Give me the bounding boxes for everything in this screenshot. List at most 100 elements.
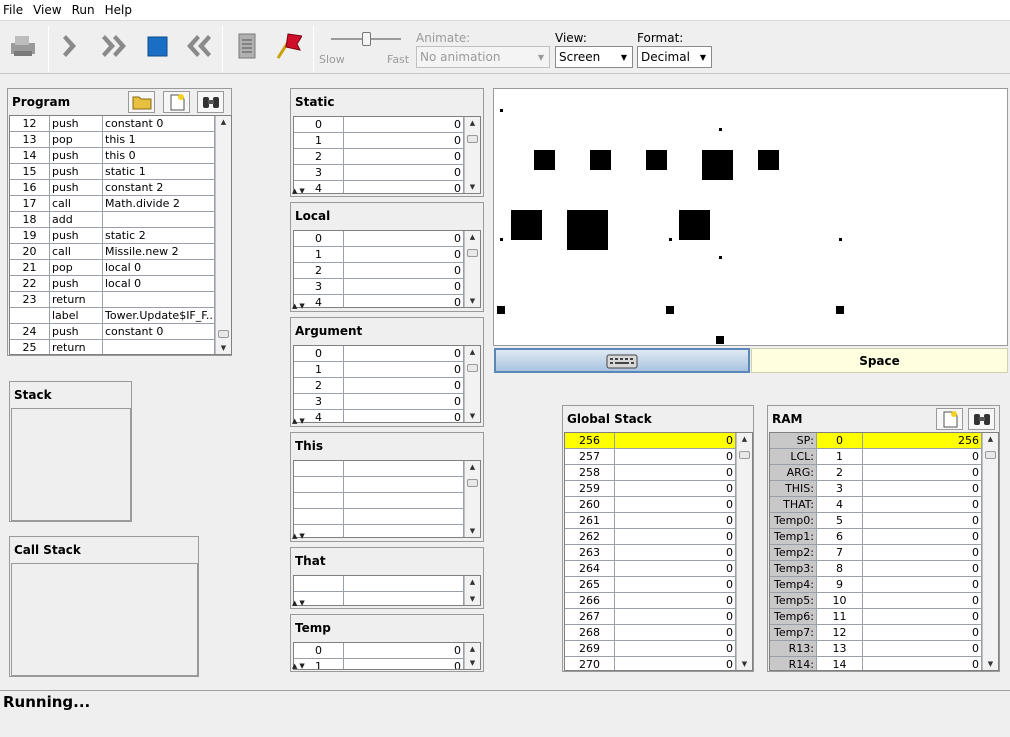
table-row[interactable]: THIS: 3 0 (770, 481, 998, 497)
table-row[interactable]: 15 push static 1 (10, 164, 231, 180)
table-row[interactable]: 40 (294, 410, 480, 422)
table-row[interactable]: 00 (294, 231, 480, 247)
table-row[interactable]: ARG: 2 0 (770, 465, 998, 481)
menu-help[interactable]: Help (104, 3, 133, 17)
single-step-button[interactable] (58, 30, 88, 62)
rewind-button[interactable] (182, 30, 212, 62)
table-row[interactable]: Temp4: 9 0 (770, 577, 998, 593)
table-row[interactable]: SP: 0 256 (770, 433, 998, 449)
table-row[interactable]: 40 (294, 295, 480, 307)
table-row[interactable]: 00 (294, 346, 480, 362)
static-segment-table[interactable]: 0 0 1 0 2 0 3 0 4 0 ▲ ▼ (293, 116, 481, 194)
scroll-up-icon[interactable]: ▲ (465, 231, 480, 243)
breakpoints-button[interactable] (272, 30, 302, 62)
table-row[interactable] (294, 576, 480, 592)
segment-value-cell[interactable] (344, 493, 464, 508)
fast-forward-button[interactable] (98, 30, 128, 62)
table-row[interactable]: 258 0 (565, 465, 752, 481)
scroll-down-icon[interactable]: ▼ (465, 525, 480, 537)
table-row[interactable]: 23 return (10, 292, 231, 308)
program-table[interactable]: 12 push constant 0 13 pop this 1 14 push this 01… (9, 115, 232, 355)
table-row[interactable]: 260 0 (565, 497, 752, 513)
table-row[interactable]: Temp0: 5 0 (770, 513, 998, 529)
table-row[interactable]: 18 add (10, 212, 231, 228)
scroll-up-icon[interactable]: ▲ (465, 117, 480, 129)
scroll-down-icon[interactable]: ▼ (465, 181, 480, 193)
segment-value-cell[interactable]: 0 (344, 117, 464, 132)
splitter-arrows-icon[interactable]: ▲▼ (292, 187, 307, 195)
segment-value-cell[interactable]: 0 (344, 263, 464, 278)
segment-value-cell[interactable] (344, 477, 464, 492)
animate-select[interactable]: No animation ▼ (416, 46, 550, 68)
splitter-arrows-icon[interactable]: ▲▼ (292, 532, 307, 540)
table-row[interactable]: Temp6: 11 0 (770, 609, 998, 625)
segment-value-cell[interactable]: 0 (344, 165, 464, 180)
scroll-thumb[interactable] (467, 364, 478, 372)
segment-value-cell[interactable] (344, 576, 464, 591)
table-row[interactable]: 10 (294, 247, 480, 263)
segment-value-cell[interactable]: 0 (344, 410, 464, 422)
table-row[interactable]: 25 return (10, 340, 231, 354)
table-row[interactable]: label Tower.Update$IF_F... (10, 308, 231, 324)
scroll-down-icon[interactable]: ▼ (465, 295, 480, 307)
format-select[interactable]: Decimal ▼ (637, 46, 712, 68)
scroll-down-icon[interactable]: ▼ (216, 342, 231, 354)
scroll-thumb[interactable] (467, 479, 478, 487)
new-file-button[interactable] (163, 91, 190, 113)
view-select[interactable]: Screen ▼ (555, 46, 633, 68)
table-row[interactable]: LCL: 1 0 (770, 449, 998, 465)
table-row[interactable]: 12 push constant 0 (10, 116, 231, 132)
segment-value-cell[interactable] (344, 461, 464, 476)
this-scrollbar[interactable]: ▲ ▼ (464, 461, 480, 537)
slider-thumb[interactable] (362, 32, 371, 46)
table-row[interactable]: 264 0 (565, 561, 752, 577)
table-row[interactable]: 262 0 (565, 529, 752, 545)
table-row[interactable]: 10 (294, 133, 480, 149)
keyboard-button[interactable] (494, 348, 750, 373)
table-row[interactable]: 267 0 (565, 609, 752, 625)
table-row[interactable]: 30 (294, 279, 480, 295)
segment-value-cell[interactable]: 0 (344, 181, 464, 193)
table-row[interactable]: 20 (294, 378, 480, 394)
table-row[interactable]: Temp5: 10 0 (770, 593, 998, 609)
table-row[interactable] (294, 477, 480, 493)
load-program-button[interactable] (8, 30, 38, 62)
scroll-thumb[interactable] (467, 249, 478, 257)
segment-value-cell[interactable]: 0 (344, 231, 464, 246)
table-row[interactable] (294, 493, 480, 509)
table-row[interactable]: 266 0 (565, 593, 752, 609)
segment-value-cell[interactable]: 0 (344, 659, 464, 669)
segment-value-cell[interactable]: 0 (344, 378, 464, 393)
table-row[interactable]: 256 0 (565, 433, 752, 449)
table-row[interactable]: 261 0 (565, 513, 752, 529)
table-row[interactable] (294, 461, 480, 477)
table-row[interactable]: 19 push static 2 (10, 228, 231, 244)
table-row[interactable]: 16 push constant 2 (10, 180, 231, 196)
scroll-up-icon[interactable]: ▲ (465, 576, 480, 588)
table-row[interactable]: 20 (294, 263, 480, 279)
table-row[interactable]: 24 push constant 0 (10, 324, 231, 340)
table-row[interactable]: 10 (294, 362, 480, 378)
table-row[interactable]: 13 pop this 1 (10, 132, 231, 148)
script-button[interactable] (232, 30, 262, 62)
segment-value-cell[interactable] (344, 525, 464, 537)
table-row[interactable]: 40 (294, 181, 480, 193)
segment-value-cell[interactable]: 0 (344, 133, 464, 148)
table-row[interactable]: 21 pop local 0 (10, 260, 231, 276)
table-row[interactable]: Temp3: 8 0 (770, 561, 998, 577)
that-segment-table[interactable]: ▲ ▼ (293, 575, 481, 606)
table-row[interactable]: THAT: 4 0 (770, 497, 998, 513)
splitter-arrows-icon[interactable]: ▲▼ (292, 599, 307, 607)
new-file-button[interactable] (936, 408, 963, 430)
static-scrollbar[interactable]: ▲ ▼ (464, 117, 480, 193)
that-scrollbar[interactable]: ▲ ▼ (464, 576, 480, 605)
scroll-down-icon[interactable]: ▼ (465, 593, 480, 605)
global-stack-scrollbar[interactable]: ▲ ▼ (736, 433, 752, 670)
scroll-up-icon[interactable]: ▲ (465, 643, 480, 655)
scroll-up-icon[interactable]: ▲ (465, 346, 480, 358)
table-row[interactable] (294, 525, 480, 537)
table-row[interactable]: 269 0 (565, 641, 752, 657)
segment-value-cell[interactable]: 0 (344, 149, 464, 164)
table-row[interactable] (294, 592, 480, 605)
scroll-down-icon[interactable]: ▼ (465, 657, 480, 669)
